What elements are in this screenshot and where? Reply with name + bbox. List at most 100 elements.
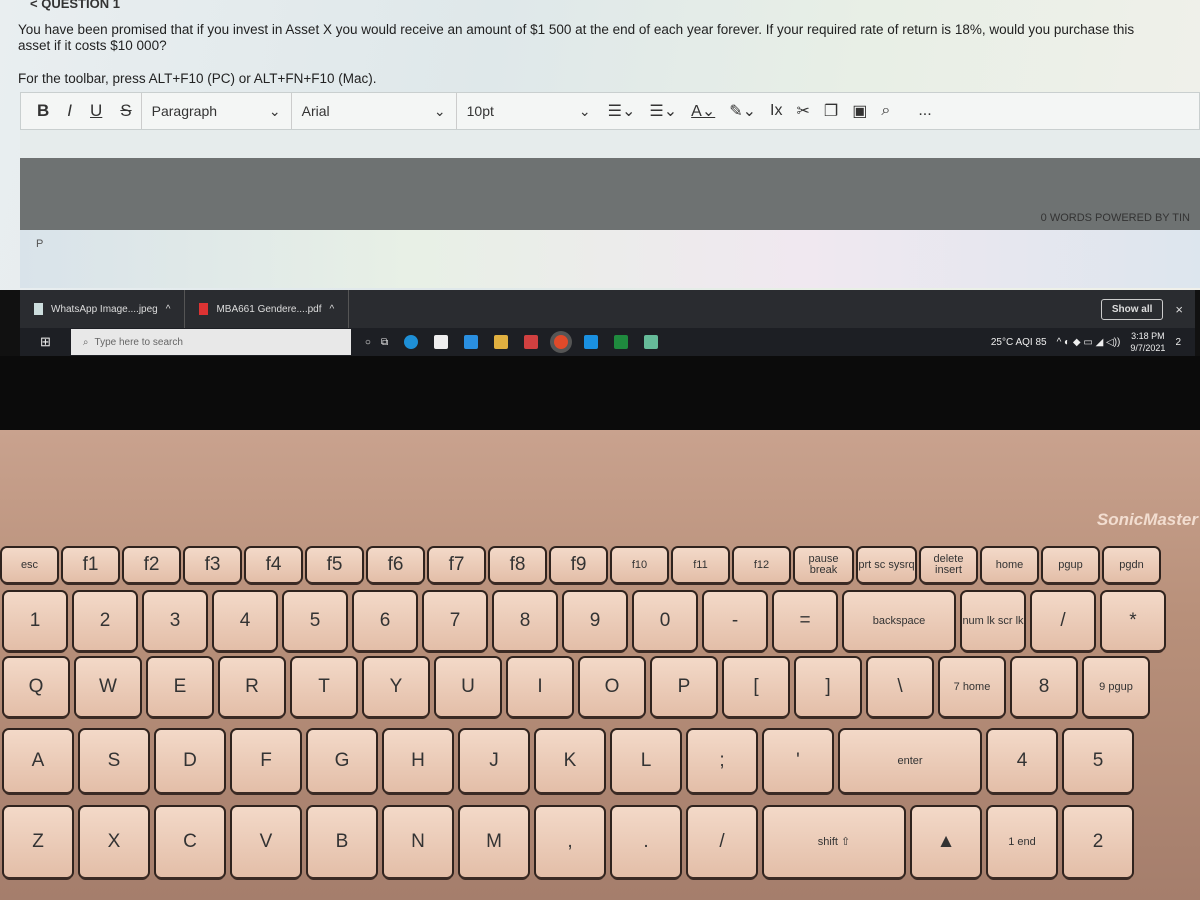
key-4[interactable]: 4 [988, 730, 1056, 792]
key-h[interactable]: H [384, 730, 452, 792]
key-k[interactable]: K [536, 730, 604, 792]
editor-body[interactable] [20, 158, 1200, 230]
key-5[interactable]: 5 [284, 592, 346, 650]
italic-button[interactable]: I [58, 101, 81, 121]
key-w[interactable]: W [76, 658, 140, 716]
photos-icon[interactable] [584, 335, 599, 349]
key-f12[interactable]: f12 [734, 548, 789, 582]
key--[interactable]: * [1102, 592, 1164, 650]
key-home[interactable]: home [982, 548, 1037, 582]
windows-start-icon[interactable]: ⊞ [20, 334, 71, 350]
key-esc[interactable]: esc [2, 548, 57, 582]
key-1[interactable]: 1 [4, 592, 66, 650]
key-8[interactable]: 8 [494, 592, 556, 650]
font-size-dropdown[interactable]: 10pt ⌄ [455, 93, 601, 129]
key-y[interactable]: Y [364, 658, 428, 716]
key-2[interactable]: 2 [1064, 807, 1132, 877]
clear-format-icon[interactable]: Ix [763, 102, 789, 120]
key--[interactable]: . [612, 807, 680, 877]
cut-icon[interactable]: ✂ [789, 101, 816, 121]
key-p[interactable]: P [652, 658, 716, 716]
task-view-icon[interactable]: ⧉ [381, 337, 388, 348]
edge-icon[interactable] [404, 335, 419, 349]
key--[interactable]: / [1032, 592, 1094, 650]
key-9-pgup[interactable]: 9 pgup [1084, 658, 1148, 716]
more-button[interactable]: ... [911, 102, 938, 120]
key-b[interactable]: B [308, 807, 376, 877]
store-icon[interactable] [434, 335, 449, 349]
key-8[interactable]: 8 [1012, 658, 1076, 716]
bold-button[interactable]: B [21, 101, 58, 121]
key-u[interactable]: U [436, 658, 500, 716]
key-o[interactable]: O [580, 658, 644, 716]
key-l[interactable]: L [612, 730, 680, 792]
key-j[interactable]: J [460, 730, 528, 792]
key-g[interactable]: G [308, 730, 376, 792]
key-5[interactable]: 5 [1064, 730, 1132, 792]
gift-icon[interactable] [524, 335, 539, 349]
mail-icon[interactable] [464, 335, 479, 349]
key-f9[interactable]: f9 [551, 548, 606, 582]
taskbar-search[interactable]: ⌕ Type here to search [70, 329, 351, 355]
key-z[interactable]: Z [4, 807, 72, 877]
bullet-list-icon[interactable]: ☰⌄ [601, 101, 643, 121]
highlight-icon[interactable]: ✎⌄ [722, 101, 763, 121]
key-f3[interactable]: f3 [185, 548, 240, 582]
file-explorer-icon[interactable] [494, 335, 509, 349]
clock[interactable]: 3:18 PM 9/7/2021 [1130, 330, 1165, 354]
key-backspace[interactable]: backspace [844, 592, 954, 650]
paste-icon[interactable]: ▣ [845, 101, 874, 121]
underline-button[interactable]: U [81, 101, 111, 121]
key--[interactable]: , [536, 807, 604, 877]
key--[interactable]: ▲ [912, 807, 980, 877]
app-icon[interactable] [644, 335, 659, 349]
key-num-lk-scr-lk[interactable]: num lk scr lk [962, 592, 1024, 650]
key-c[interactable]: C [156, 807, 224, 877]
question-heading[interactable]: < QUESTION 1 [30, 0, 120, 11]
excel-icon[interactable] [614, 335, 629, 349]
key--[interactable]: - [704, 592, 766, 650]
notification-icon[interactable]: 2 [1175, 337, 1181, 348]
key-2[interactable]: 2 [74, 592, 136, 650]
download-item[interactable]: WhatsApp Image....jpeg ^ [20, 290, 186, 328]
key-7-home[interactable]: 7 home [940, 658, 1004, 716]
key-i[interactable]: I [508, 658, 572, 716]
tray-icons[interactable]: ^ ◐ ◆ ▭ ◢ ◁)) [1057, 337, 1121, 348]
download-item[interactable]: MBA661 Gendere....pdf ^ [185, 290, 350, 328]
key-7[interactable]: 7 [424, 592, 486, 650]
close-icon[interactable]: × [1163, 302, 1195, 317]
paragraph-dropdown[interactable]: Paragraph ⌄ [140, 93, 291, 129]
key-n[interactable]: N [384, 807, 452, 877]
weather-widget[interactable]: 25°C AQI 85 [991, 337, 1047, 348]
key-e[interactable]: E [148, 658, 212, 716]
chevron-up-icon[interactable]: ^ [330, 304, 335, 315]
key-4[interactable]: 4 [214, 592, 276, 650]
key-6[interactable]: 6 [354, 592, 416, 650]
key-q[interactable]: Q [4, 658, 68, 716]
strikethrough-button[interactable]: S [111, 101, 140, 121]
key-f10[interactable]: f10 [612, 548, 667, 582]
key--[interactable]: ' [764, 730, 832, 792]
search-icon[interactable]: ⌕ [874, 102, 897, 120]
key-s[interactable]: S [80, 730, 148, 792]
key-d[interactable]: D [156, 730, 224, 792]
text-color-icon[interactable]: A⌄ [684, 101, 722, 121]
copy-icon[interactable]: ❐ [817, 101, 845, 121]
key-pgup[interactable]: pgup [1043, 548, 1098, 582]
numbered-list-icon[interactable]: ☰⌄ [642, 101, 684, 121]
key-3[interactable]: 3 [144, 592, 206, 650]
key--[interactable]: [ [724, 658, 788, 716]
key--[interactable]: ] [796, 658, 860, 716]
key-f2[interactable]: f2 [124, 548, 179, 582]
key-f[interactable]: F [232, 730, 300, 792]
key-f1[interactable]: f1 [63, 548, 118, 582]
key-f8[interactable]: f8 [490, 548, 545, 582]
chrome-icon[interactable] [554, 335, 569, 349]
key-delete-insert[interactable]: delete insert [921, 548, 976, 582]
key-v[interactable]: V [232, 807, 300, 877]
key-r[interactable]: R [220, 658, 284, 716]
key-x[interactable]: X [80, 807, 148, 877]
key-shift-[interactable]: shift ⇧ [764, 807, 904, 877]
show-all-button[interactable]: Show all [1100, 298, 1164, 320]
key-0[interactable]: 0 [634, 592, 696, 650]
